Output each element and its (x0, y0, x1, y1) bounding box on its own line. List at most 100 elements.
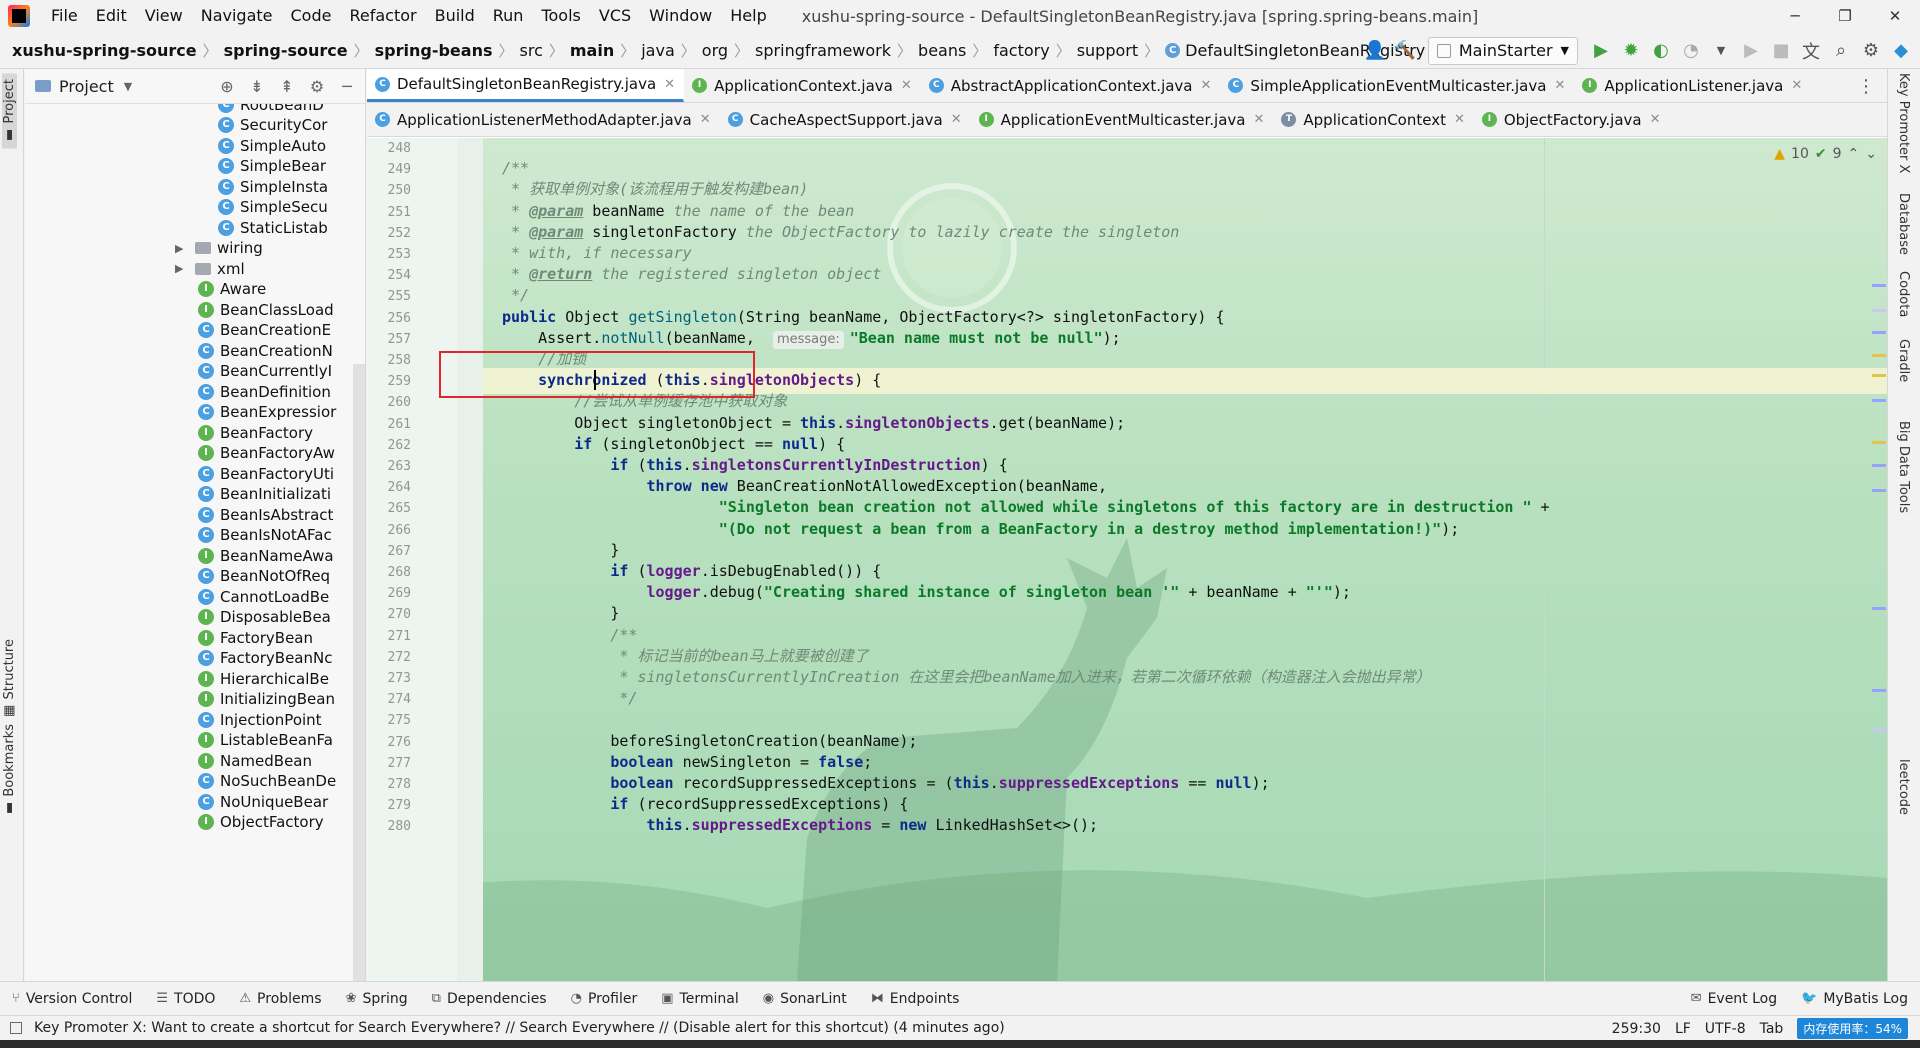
file-encoding[interactable]: UTF-8 (1705, 1021, 1746, 1037)
right-tool-tab[interactable]: Database (1896, 193, 1911, 255)
run-configuration-select[interactable]: MainStarter ▼ (1427, 36, 1578, 65)
line-number[interactable]: 257 (367, 332, 411, 347)
breadcrumb-item[interactable]: java (641, 41, 675, 60)
scrollbar-marker[interactable] (1872, 729, 1886, 732)
gear-icon[interactable]: ⚙ (305, 77, 329, 96)
scrollbar-marker[interactable] (1872, 607, 1886, 610)
structure-tool-tab[interactable]: ▦ Structure (2, 639, 17, 718)
close-button[interactable]: ✕ (1870, 0, 1920, 32)
tool-window-problems[interactable]: ⚠ Problems (227, 991, 333, 1007)
project-tool-tab[interactable]: ▮ Project (2, 73, 17, 149)
collapse-all-icon[interactable]: ⇞ (275, 77, 299, 96)
close-icon[interactable]: ✕ (1791, 78, 1802, 93)
line-number[interactable]: 269 (367, 586, 411, 601)
close-icon[interactable]: ✕ (664, 77, 675, 92)
project-panel-title[interactable]: Project (59, 77, 114, 96)
scrollbar-marker[interactable] (1872, 354, 1886, 357)
tool-window-event-log[interactable]: ✉ Event Log (1679, 991, 1789, 1007)
line-number[interactable]: 260 (367, 395, 411, 410)
debug-icon[interactable]: ✹ (1616, 36, 1646, 66)
line-separator[interactable]: LF (1675, 1021, 1691, 1037)
tool-window-sonarlint[interactable]: ◉ SonarLint (751, 991, 859, 1007)
user-icon[interactable]: 👤 (1360, 36, 1390, 66)
line-number[interactable]: 249 (367, 162, 411, 177)
right-tool-tab[interactable]: Codota (1896, 271, 1911, 317)
breadcrumb-item[interactable]: org (702, 41, 728, 60)
scrollbar-marker[interactable] (1872, 399, 1886, 402)
line-number[interactable]: 265 (367, 501, 411, 516)
line-number-gutter[interactable]: 248 249 250 251 252 253 254 255 256 257 258 259 260 2… (367, 138, 457, 981)
tool-window-dependencies[interactable]: ⧉ Dependencies (420, 991, 559, 1007)
breadcrumb-item[interactable]: main (570, 41, 614, 60)
bookmarks-tool-tab[interactable]: ▮ Bookmarks (2, 724, 17, 816)
editor-tab[interactable]: C DefaultSingletonBeanRegistry.java ✕ (367, 69, 685, 102)
memory-indicator[interactable]: 内存使用率：54% (1797, 1018, 1908, 1039)
breadcrumb-item[interactable]: spring-beans (375, 41, 493, 60)
editor-tab[interactable]: C SimpleApplicationEventMulticaster.java ✕ (1220, 69, 1574, 102)
line-number[interactable]: 274 (367, 692, 411, 707)
code-editor[interactable]: 248 249 250 251 252 253 254 255 256 257 258 259 260 2… (367, 138, 1887, 981)
line-number[interactable]: 279 (367, 798, 411, 813)
indent-setting[interactable]: Tab (1760, 1021, 1784, 1037)
run-icon[interactable]: ▶ (1586, 36, 1616, 66)
menu-help[interactable]: Help (721, 0, 775, 32)
scrollbar-marker[interactable] (1872, 689, 1886, 692)
scrollbar-marker[interactable] (1872, 331, 1886, 334)
close-icon[interactable]: ✕ (700, 112, 711, 127)
line-number[interactable]: 277 (367, 756, 411, 771)
editor-tab[interactable]: I ObjectFactory.java ✕ (1474, 103, 1670, 136)
menu-refactor[interactable]: Refactor (340, 0, 425, 32)
chevron-down-icon[interactable]: ▼ (124, 80, 132, 93)
scrollbar-marker[interactable] (1872, 309, 1886, 312)
right-tool-tab[interactable]: Big Data Tools (1896, 421, 1911, 513)
menu-view[interactable]: View (136, 0, 192, 32)
right-tool-tab[interactable]: Key Promoter X (1896, 73, 1911, 173)
editor-tab[interactable]: T ApplicationContext ✕ (1273, 103, 1473, 136)
line-number[interactable]: 258 (367, 353, 411, 368)
folding-gutter[interactable] (457, 138, 483, 981)
menu-file[interactable]: File (42, 0, 87, 32)
line-number[interactable]: 252 (367, 226, 411, 241)
line-number[interactable]: 254 (367, 268, 411, 283)
search-icon[interactable]: ⌕ (1826, 36, 1856, 66)
editor-tab[interactable]: I ApplicationEventMulticaster.java ✕ (971, 103, 1274, 136)
locate-icon[interactable]: ⊕ (215, 77, 239, 96)
more-tabs-icon[interactable]: ⋮ (1851, 71, 1881, 101)
minimize-button[interactable]: ─ (1770, 0, 1820, 32)
breadcrumb-item[interactable]: xushu-spring-source (12, 41, 197, 60)
line-number[interactable]: 263 (367, 459, 411, 474)
build-hammer-icon[interactable]: 🔨 (1390, 36, 1420, 66)
line-number[interactable]: 251 (367, 205, 411, 220)
line-number[interactable]: 266 (367, 523, 411, 538)
status-message[interactable]: Key Promoter X: Want to create a shortcu… (34, 1020, 1005, 1036)
line-number[interactable]: 250 (367, 183, 411, 198)
coverage-icon[interactable]: ◐ (1646, 36, 1676, 66)
line-number[interactable]: 256 (367, 311, 411, 326)
chevron-right-icon[interactable]: ▶ (175, 242, 189, 255)
tool-window-profiler[interactable]: ◔ Profiler (559, 991, 650, 1007)
editor-tab[interactable]: C ApplicationListenerMethodAdapter.java ✕ (367, 103, 720, 136)
expand-all-icon[interactable]: ⇟ (245, 77, 269, 96)
line-number[interactable]: 264 (367, 480, 411, 495)
plugin-icon[interactable]: ◆ (1886, 36, 1916, 66)
menu-navigate[interactable]: Navigate (192, 0, 282, 32)
line-number[interactable]: 273 (367, 671, 411, 686)
tool-window-version-control[interactable]: ⑂ Version Control (0, 991, 144, 1007)
scrollbar-marker[interactable] (1872, 464, 1886, 467)
line-number[interactable]: 262 (367, 438, 411, 453)
editor-tab[interactable]: I ApplicationContext.java ✕ (684, 69, 921, 102)
status-square-icon[interactable] (10, 1022, 22, 1034)
chevron-up-icon[interactable]: ⌃ (1848, 146, 1860, 162)
restore-button[interactable]: ❐ (1820, 0, 1870, 32)
breadcrumb-item[interactable]: springframework (755, 41, 891, 60)
stop-icon[interactable]: ■ (1766, 36, 1796, 66)
tool-window-spring[interactable]: ❀ Spring (334, 991, 420, 1007)
tool-window-endpoints[interactable]: ⧓ Endpoints (859, 991, 972, 1007)
profile-icon[interactable]: ◔ (1676, 36, 1706, 66)
line-number[interactable]: 275 (367, 713, 411, 728)
scrollbar-marker[interactable] (1872, 374, 1886, 377)
close-icon[interactable]: ✕ (951, 112, 962, 127)
line-number[interactable]: 259 (367, 374, 411, 389)
menu-build[interactable]: Build (426, 0, 484, 32)
tool-window-mybatis-log[interactable]: 🐦 MyBatis Log (1789, 991, 1920, 1007)
